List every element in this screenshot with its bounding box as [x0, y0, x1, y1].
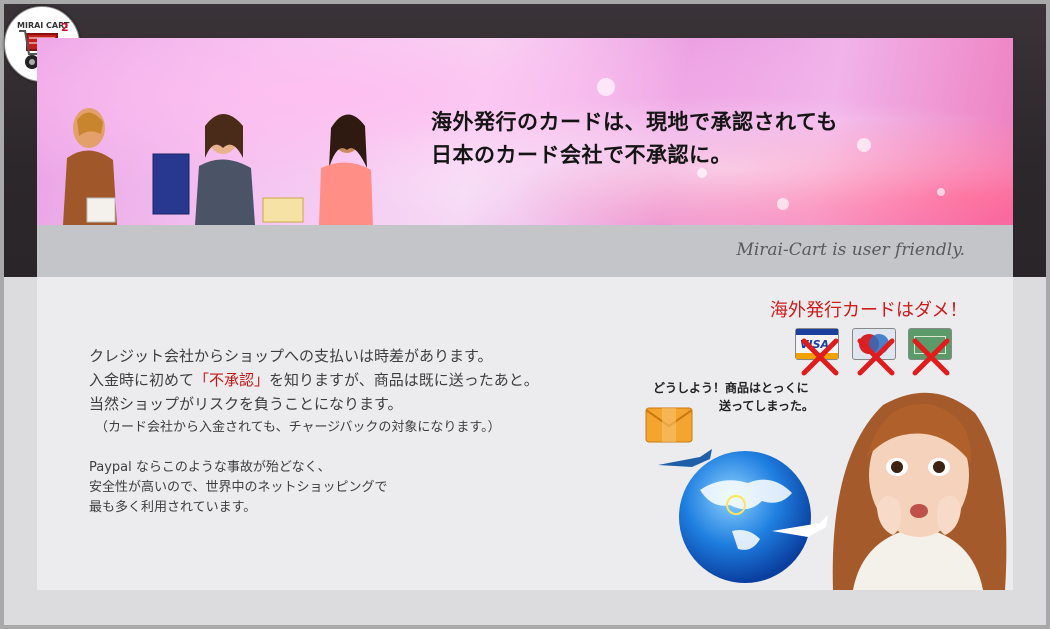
banner-headline: 海外発行のカードは、現地で承認されても 日本のカード会社で不承認に。 [431, 106, 838, 172]
banner-sparkle [937, 188, 945, 196]
chargeback-note: （カード会社から入金されても、チャージバックの対象になります。） [95, 420, 501, 435]
rejected-highlight: 「不承認」 [194, 371, 270, 389]
paypal-line2: 安全性が高いので、世界中のネットショッピングで [89, 480, 388, 495]
reject-x-icon [857, 338, 895, 376]
globe-icon [658, 449, 828, 583]
paypal-line3: 最も多く利用されています。 [89, 500, 257, 515]
tagline-bar: Mirai-Cart is user friendly. [37, 225, 1013, 277]
foreign-card-warning: 海外発行カードはダメ！ [770, 300, 968, 321]
risk-line2-post: を知りますが、商品は既に送ったあと。 [269, 371, 539, 389]
hero-banner: 海外発行のカードは、現地で承認されても 日本のカード会社で不承認に。 [37, 38, 1013, 225]
banner-sparkle [597, 78, 615, 96]
risk-line2-pre: 入金時に初めて [89, 371, 195, 389]
risk-line1: クレジット会社からショップへの支払いは時差があります。 [89, 347, 493, 365]
banner-headline-line2: 日本のカード会社で不承認に。 [431, 143, 732, 167]
banner-sparkle [777, 198, 789, 210]
reject-x-icon [801, 338, 839, 376]
speech-line1: どうしよう！商品はとっくに [653, 381, 809, 395]
paypal-line1: Paypal ならこのような事故が殆どなく、 [89, 460, 331, 475]
reject-x-icon [912, 338, 950, 376]
risk-line2: 入金時に初めて「不承認」を知りますが、商品は既に送ったあと。 [89, 368, 539, 392]
banner-headline-line1: 海外発行のカードは、現地で承認されても [431, 110, 838, 134]
shoppers-illustration [63, 108, 373, 225]
risk-line3: 当然ショップがリスクを負うことになります。 [89, 395, 403, 413]
risk-explanation: クレジット会社からショップへの支払いは時差があります。 入金時に初めて「不承認」… [89, 344, 539, 440]
paypal-explanation: Paypal ならこのような事故が殆どなく、 安全性が高いので、世界中のネットシ… [89, 458, 387, 518]
worried-woman-illustration [832, 392, 1007, 590]
banner-sparkle [857, 138, 871, 152]
main-content: クレジット会社からショップへの支払いは時差があります。 入金時に初めて「不承認」… [37, 277, 1013, 590]
tagline: Mirai-Cart is user friendly. [736, 240, 965, 260]
